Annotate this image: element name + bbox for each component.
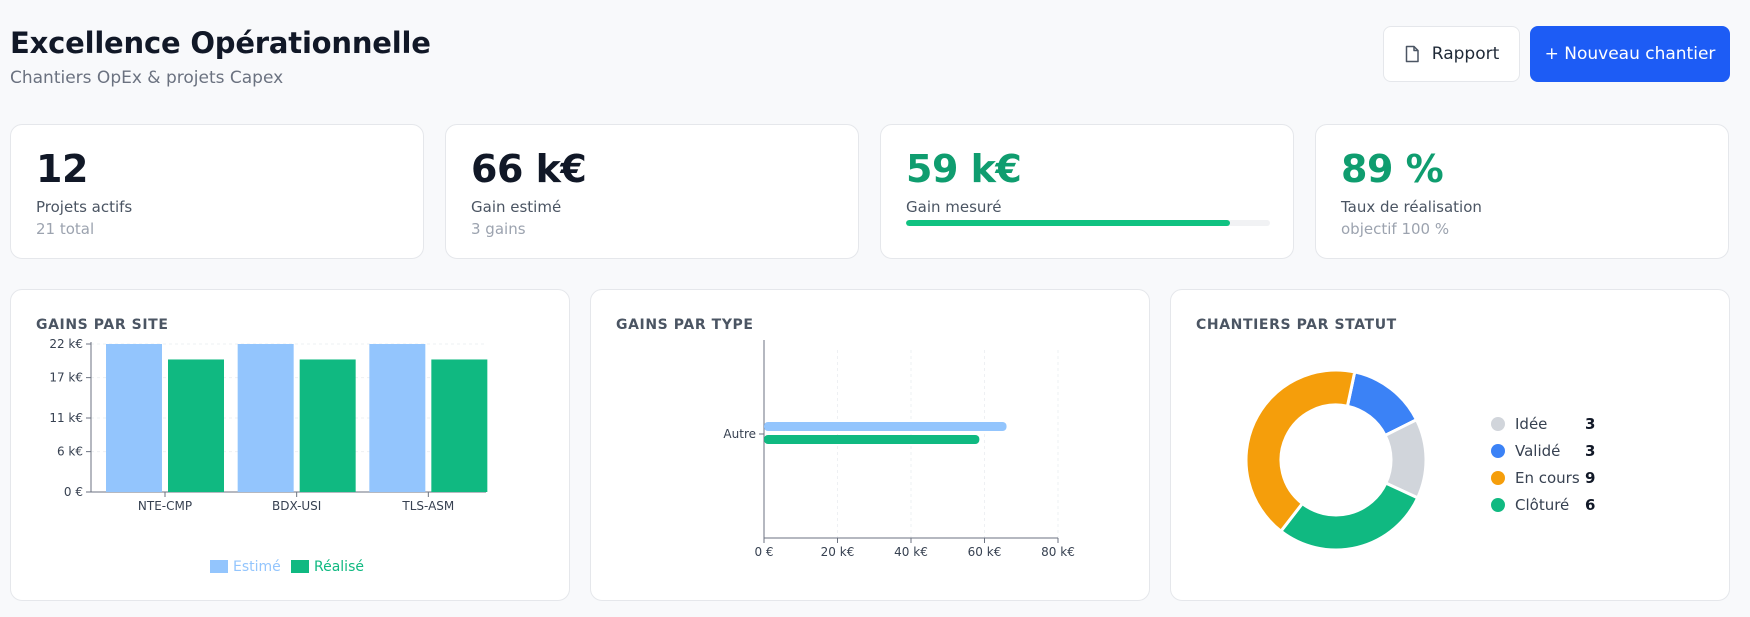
legend-item: Validé 3	[1491, 437, 1595, 464]
report-button-label: Rapport	[1431, 44, 1500, 64]
panel-gains-by-site: GAINS PAR SITE 0 €6 k€ 11 k€ 17 k€ 22 k€ NTE…	[10, 289, 570, 601]
chart-gains-by-site: 0 € 6 k€ 11 k€ 17 k€ 22 k€ NTE-CMP BDX-USI TLS-…	[49, 337, 488, 575]
legend-label: Idée	[1515, 414, 1548, 433]
legend-count: 6	[1585, 495, 1596, 514]
kpi-sub: objectif 100 %	[1341, 220, 1450, 238]
page-subtitle: Chantiers OpEx & projets Capex	[10, 68, 284, 88]
header-actions: Rapport + Nouveau chantier	[1383, 26, 1730, 82]
kpi-label: Gain estimé	[471, 198, 562, 216]
legend-label: Clôturé	[1515, 495, 1570, 514]
legend-label: En cours	[1515, 468, 1580, 487]
x-tick-label: TLS-ASM	[401, 499, 454, 513]
page-header: Excellence Opérationnelle Chantiers OpEx…	[10, 26, 431, 88]
donut-slice	[1244, 368, 1357, 534]
kpi-card-active-projects: 12 Projets actifs 21 total	[10, 124, 424, 259]
bar	[299, 359, 356, 492]
y-tick-label: 11 k€	[49, 411, 83, 425]
legend-label: Réalisé	[314, 559, 364, 575]
kpi-value: 59 k€	[906, 147, 1022, 191]
donut-slice	[1278, 481, 1420, 552]
progress-bar-fill	[906, 220, 1230, 226]
chart-projects-by-status	[1244, 368, 1428, 552]
kpi-sub: 3 gains	[471, 220, 526, 238]
legend-item: Clôturé 6	[1491, 491, 1595, 518]
legend-item: Idée 3	[1491, 410, 1595, 437]
legend-dot	[1491, 470, 1505, 485]
bar	[168, 359, 224, 492]
x-tick-label: 80 k€	[1041, 545, 1075, 559]
x-tick-label: 0 €	[754, 545, 773, 559]
new-project-button[interactable]: + Nouveau chantier	[1530, 26, 1730, 82]
bar	[431, 359, 488, 492]
legend-label: Validé	[1515, 441, 1561, 460]
kpi-label: Taux de réalisation	[1341, 198, 1482, 216]
x-tick-label: 40 k€	[894, 545, 928, 559]
panel-gains-by-type: GAINS PAR TYPE 0 €20 k€ 40 k€ 60 k€ 80 k€ Au…	[590, 289, 1150, 601]
legend-dot	[1491, 497, 1505, 512]
page-title: Excellence Opérationnelle	[10, 26, 431, 60]
kpi-value: 89 %	[1341, 147, 1444, 191]
y-tick-label: Autre	[723, 427, 756, 441]
kpi-label: Gain mesuré	[906, 198, 1002, 216]
bar	[106, 344, 162, 492]
panel-projects-by-status: CHANTIERS PAR STATUT Idée 3 Validé 3 En cour…	[1170, 289, 1730, 601]
kpi-value: 66 k€	[471, 147, 587, 191]
x-tick-label: 60 k€	[968, 545, 1002, 559]
x-tick-label: 20 k€	[821, 545, 855, 559]
legend-dot	[1491, 416, 1505, 431]
bar	[764, 422, 1007, 431]
y-tick-label: 6 k€	[57, 445, 83, 459]
kpi-card-measured-gain: 59 k€ Gain mesuré	[880, 124, 1294, 259]
legend-swatch	[291, 560, 309, 573]
y-tick-label: 22 k€	[49, 337, 83, 351]
bar	[764, 435, 980, 444]
legend-count: 9	[1585, 468, 1596, 487]
x-tick-label: BDX-USI	[272, 499, 321, 513]
bar	[369, 344, 426, 492]
y-tick-label: 17 k€	[49, 371, 83, 385]
y-tick-label: 0 €	[64, 485, 83, 499]
x-tick-label: NTE-CMP	[138, 499, 192, 513]
donut-legend: Idée 3 Validé 3 En cours 9 Clôturé 6	[1491, 410, 1595, 518]
kpi-card-completion-rate: 89 % Taux de réalisation objectif 100 %	[1315, 124, 1729, 259]
kpi-sub: 21 total	[36, 220, 95, 238]
kpi-value: 12	[36, 147, 88, 191]
legend-dot	[1491, 443, 1505, 458]
legend-count: 3	[1585, 414, 1596, 433]
report-button[interactable]: Rapport	[1383, 26, 1520, 82]
kpi-label: Projets actifs	[36, 198, 133, 216]
bar	[237, 344, 294, 492]
legend-item: En cours 9	[1491, 464, 1595, 491]
legend-count: 3	[1585, 441, 1596, 460]
chart-gains-by-type: 0 € 20 k€ 40 k€ 60 k€ 80 k€ Autre	[723, 340, 1075, 559]
document-icon	[1405, 45, 1419, 63]
legend-label: Estimé	[233, 559, 281, 575]
kpi-card-estimated-gain: 66 k€ Gain estimé 3 gains	[445, 124, 859, 259]
legend-swatch	[210, 560, 228, 573]
progress-bar	[906, 220, 1270, 226]
